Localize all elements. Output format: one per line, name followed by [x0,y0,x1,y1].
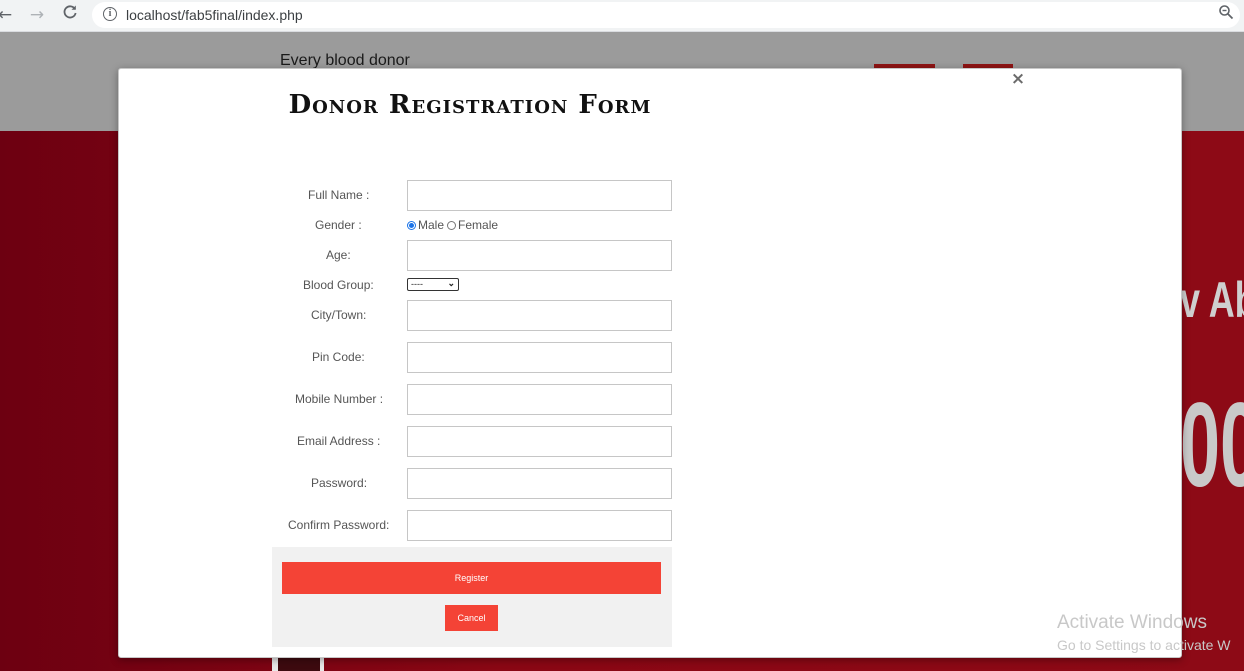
register-button[interactable]: Register [282,562,661,594]
age-input[interactable] [407,240,672,271]
url-text: localhost/fab5final/index.php [126,7,303,23]
address-bar[interactable]: i localhost/fab5final/index.php [92,2,1240,28]
info-icon[interactable]: i [103,7,117,21]
age-label: Age: [326,248,351,262]
close-icon[interactable]: × [1009,69,1027,89]
full-name-input[interactable] [407,180,672,211]
browser-toolbar: ← → i localhost/fab5final/index.php [0,0,1244,32]
chevron-down-icon: ⌄ [447,278,455,288]
forward-arrow-icon[interactable]: → [26,4,48,26]
gender-female-radio[interactable] [447,220,457,230]
blood-group-value: ---- [411,279,423,289]
gender-female-label: Female [458,218,499,232]
password-input[interactable] [407,468,672,499]
blood-group-label: Blood Group: [303,278,374,292]
blood-group-select[interactable]: ---- ⌄ [407,278,459,291]
donor-registration-modal: × Donor Registration Form Full Name : Ge… [118,68,1182,658]
windows-activation-watermark: Activate Windows Go to Settings to activ… [1057,612,1231,653]
city-input[interactable] [407,300,672,331]
reload-icon[interactable] [59,4,81,26]
city-label: City/Town: [311,308,367,322]
pin-code-input[interactable] [407,342,672,373]
form-title: Donor Registration Form [288,90,652,120]
watermark-subtitle: Go to Settings to activate W [1057,637,1231,653]
mobile-label: Mobile Number : [295,392,384,406]
full-name-label: Full Name : [308,188,370,202]
gender-radio-group: Male Female [407,218,501,232]
cancel-button[interactable]: Cancel [445,605,498,631]
gender-male-label: Male [418,218,445,232]
hero-number: 00 [1180,378,1244,512]
gender-label: Gender : [315,218,362,232]
hero-heading: v Ab [1180,272,1244,328]
email-label: Email Address : [297,434,381,448]
form-actions: Register Cancel [272,547,672,647]
back-arrow-icon[interactable]: ← [0,4,16,26]
reload-icon-svg [63,5,77,19]
zoom-icon-svg [1219,5,1234,20]
password-label: Password: [311,476,368,490]
gender-male-radio[interactable] [407,220,416,230]
email-input[interactable] [407,426,672,457]
mobile-input[interactable] [407,384,672,415]
pin-code-label: Pin Code: [312,350,365,364]
zoom-icon[interactable] [1218,4,1234,24]
confirm-password-input[interactable] [407,510,672,541]
watermark-title: Activate Windows [1057,612,1207,633]
confirm-password-label: Confirm Password: [288,518,390,532]
